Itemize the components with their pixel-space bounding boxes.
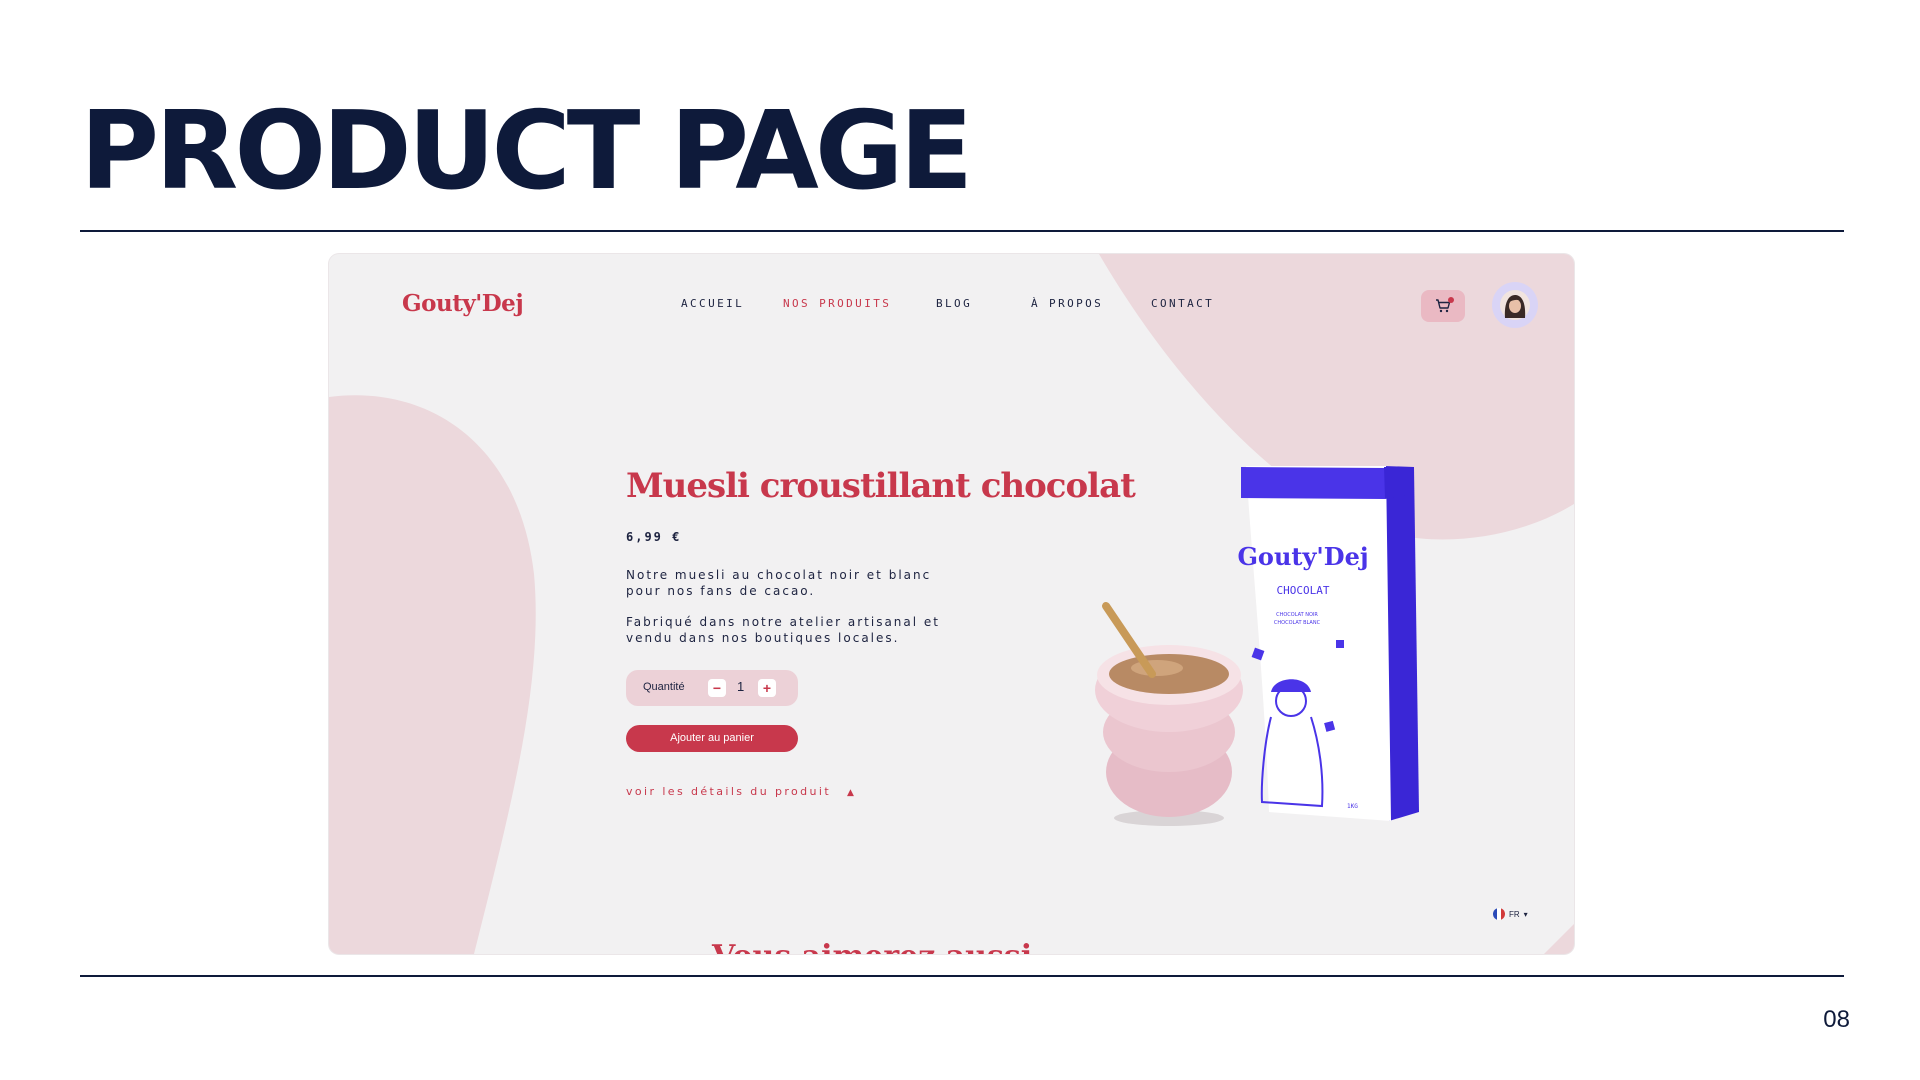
bottom-divider [80,975,1844,977]
bag-weight: 1KG [1347,803,1358,810]
chevron-down-icon: ▾ [1523,909,1528,919]
bag-front [1246,466,1391,821]
language-selector[interactable]: FR ▾ [1493,908,1528,920]
slide-title: PRODUCT PAGE [80,89,973,214]
product-illustration: Gouty'Dej CHOCOLAT CHOCOLAT NOIR CHOCOLA… [1095,466,1419,826]
bag-top [1241,467,1387,499]
bag-subtitle-2: CHOCOLAT BLANC [1274,620,1321,626]
bag-choc-chunk-3 [1336,640,1344,648]
bag-subtitle-1: CHOCOLAT NOIR [1276,612,1318,618]
page-number: 08 [1823,1006,1850,1033]
section-heading-related: Vous aimerez aussi [712,939,1032,954]
bag-brand: Gouty'Dej [1237,542,1368,571]
top-divider [80,230,1844,232]
france-flag-icon [1493,908,1505,920]
bag-flavor: CHOCOLAT [1277,584,1330,597]
bag-top-side [1384,467,1414,499]
website-mockup: Gouty'Dej ACCUEIL NOS PRODUITS BLOG À PR… [329,254,1574,954]
language-code: FR [1509,909,1520,919]
muesli-highlight [1131,660,1183,676]
